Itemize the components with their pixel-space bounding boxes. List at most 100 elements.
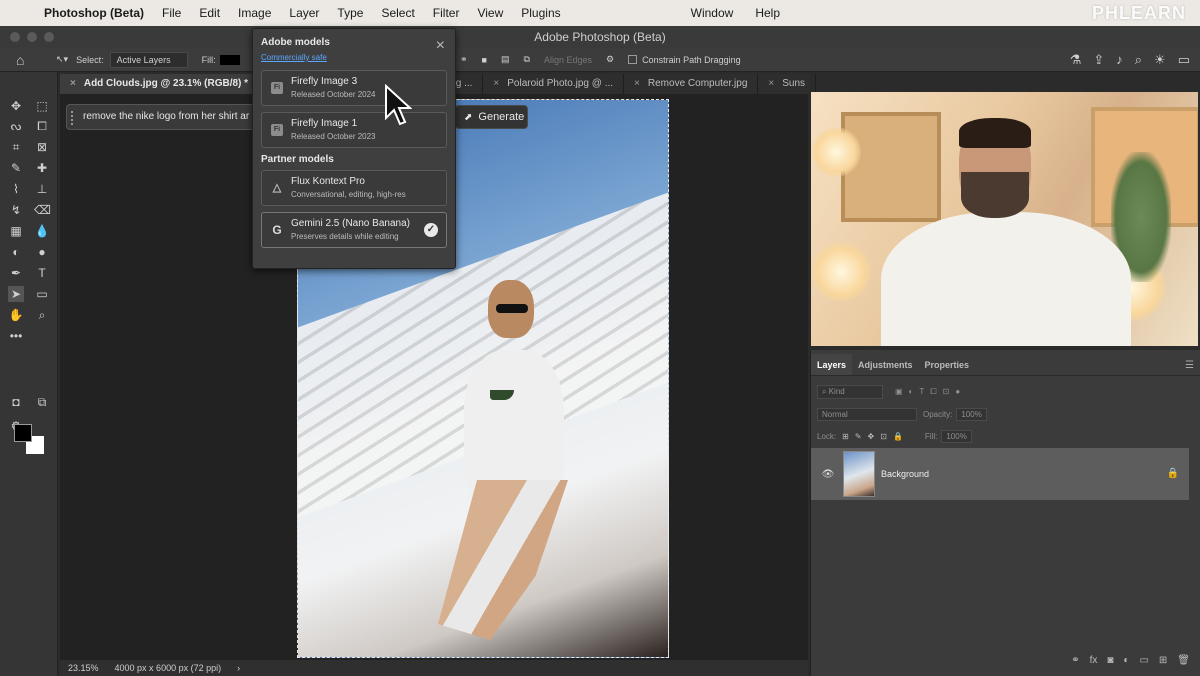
app-menu[interactable]: Photoshop (Beta) (44, 6, 144, 20)
constrain-checkbox[interactable] (628, 54, 638, 64)
menu-layer[interactable]: Layer (289, 6, 319, 20)
model-flux-kontext-pro[interactable]: △ Flux Kontext Pro Conversational, editi… (261, 170, 447, 206)
new-layer-icon[interactable]: ⊞ (1159, 655, 1167, 666)
drag-handle-icon[interactable] (71, 111, 75, 125)
zoom-level[interactable]: 23.15% (68, 663, 99, 673)
arrange-icon[interactable]: ⧉ (524, 54, 530, 65)
fx-icon[interactable]: fx (1090, 655, 1098, 666)
tab-layers[interactable]: Layers (811, 354, 853, 375)
bell-icon[interactable]: ♪ (1116, 52, 1123, 68)
rectangle-icon[interactable]: ▭ (34, 286, 50, 302)
dress-shape (464, 350, 564, 500)
menu-edit[interactable]: Edit (199, 6, 220, 20)
model-gemini-2-5[interactable]: G Gemini 2.5 (Nano Banana) Preserves det… (261, 212, 447, 248)
lightbulb-icon[interactable]: ☀ (1154, 52, 1166, 68)
align-icon[interactable]: ▤ (501, 54, 510, 65)
link-icon[interactable]: ⚭ (460, 54, 468, 65)
move-icon[interactable]: ✥ (8, 98, 24, 114)
eye-icon[interactable]: 👁 (817, 469, 839, 480)
mask-icon[interactable]: ◙ (1107, 655, 1113, 666)
eyedropper-icon[interactable]: ✎ (8, 160, 24, 176)
zoom-icon[interactable]: ⌕ (34, 307, 50, 323)
panel-tabs: Layers Adjustments Properties (811, 354, 1200, 376)
pen-icon[interactable]: ✒ (8, 265, 24, 281)
blur-icon[interactable]: 💧 (34, 223, 50, 239)
menu-help[interactable]: Help (755, 6, 780, 20)
type-icon[interactable]: T (34, 265, 50, 281)
healing-icon[interactable]: ✚ (34, 160, 50, 176)
blend-mode-select[interactable]: Normal (817, 407, 917, 421)
quick-mask-icon[interactable]: ◘ (8, 394, 24, 410)
share-icon[interactable]: ⇪ (1093, 52, 1104, 68)
frame-icon[interactable]: ⊠ (34, 139, 50, 155)
opacity-label: Opacity: (923, 409, 953, 419)
stamp-icon[interactable]: ⊥ (34, 181, 50, 197)
fill-field[interactable]: 100% (941, 429, 972, 443)
tab-suns[interactable]: × Suns (758, 74, 817, 94)
brush-icon[interactable]: ⌇ (8, 181, 24, 197)
tab-add-clouds[interactable]: × Add Clouds.jpg @ 23.1% (RGB/8) * (60, 74, 260, 94)
gradient-icon[interactable]: ▦ (8, 223, 24, 239)
workspace-icon[interactable]: ▭ (1178, 52, 1190, 68)
tab-remove-computer[interactable]: × Remove Computer.jpg (624, 74, 759, 94)
tab-adjustments[interactable]: Adjustments (852, 354, 919, 375)
history-brush-icon[interactable]: ↯ (8, 202, 24, 218)
opacity-field[interactable]: 100% (956, 407, 987, 421)
fill-swatch[interactable] (219, 54, 240, 65)
hand-icon[interactable]: ✋ (8, 307, 24, 323)
status-bar: 23.15% 4000 px x 6000 px (72 ppi) › (60, 660, 808, 676)
link-layers-icon[interactable]: ⚭ (1071, 655, 1079, 666)
model-firefly-image-3[interactable]: Fi Firefly Image 3 Released October 2024 (261, 70, 447, 106)
status-arrow-icon[interactable]: › (237, 663, 240, 673)
lock-icon: 🔒 (1166, 468, 1179, 479)
window-controls[interactable] (10, 32, 54, 42)
commercially-safe-link[interactable]: Commercially safe (261, 53, 447, 62)
trash-icon[interactable]: 🗑 (1177, 655, 1190, 666)
align-edges-label[interactable]: Align Edges (544, 55, 592, 65)
tab-properties[interactable]: Properties (919, 354, 976, 375)
layer-name[interactable]: Background (881, 469, 929, 479)
generate-button[interactable]: ⬈ Generate (455, 105, 528, 129)
model-firefly-image-1[interactable]: Fi Firefly Image 1 Released October 2023 (261, 112, 447, 148)
flask-icon[interactable]: ⚗ (1070, 52, 1082, 68)
eraser-icon[interactable]: ⌫ (34, 202, 51, 218)
object-select-icon[interactable]: ⧠ (34, 118, 50, 134)
menu-file[interactable]: File (162, 6, 181, 20)
window-titlebar: Adobe Photoshop (Beta) (0, 26, 1200, 48)
flux-icon: △ (272, 182, 282, 194)
dodge-icon[interactable]: ◐ (8, 244, 24, 260)
menu-view[interactable]: View (477, 6, 503, 20)
menu-image[interactable]: Image (238, 6, 271, 20)
menu-type[interactable]: Type (337, 6, 363, 20)
more-tools-icon[interactable]: ••• (8, 328, 24, 344)
panel-menu-icon[interactable]: ☰ (1185, 360, 1194, 371)
generative-prompt-input[interactable]: remove the nike logo from her shirt ar (66, 104, 256, 130)
square-icon[interactable]: ■ (482, 55, 487, 65)
constrain-option[interactable]: Constrain Path Dragging (628, 54, 741, 65)
search-icon[interactable]: ⌕ (1135, 52, 1142, 68)
burn-icon[interactable]: ● (34, 244, 50, 260)
screen-mode-icon[interactable]: ⧉ (34, 394, 50, 410)
menu-filter[interactable]: Filter (433, 6, 460, 20)
kind-filter[interactable]: ⌕ Kind (817, 385, 883, 399)
close-icon[interactable]: × (436, 38, 445, 54)
folder-icon[interactable]: ▭ (1139, 655, 1148, 666)
foreground-color[interactable] (14, 424, 32, 442)
marquee-icon[interactable]: ⬚ (34, 98, 50, 114)
crop-icon[interactable]: ⌗ (8, 139, 24, 155)
move-tool-icon[interactable]: ↖▾ (56, 54, 68, 65)
adjustment-icon[interactable]: ◐ (1123, 655, 1129, 666)
menu-select[interactable]: Select (381, 6, 414, 20)
lasso-icon[interactable]: ᔓ (8, 118, 24, 134)
gear-icon[interactable]: ⚙ (606, 54, 614, 65)
filter-icons[interactable]: ▣◐T⧠⊡● (895, 387, 966, 397)
menu-window[interactable]: Window (691, 6, 734, 20)
home-icon[interactable]: ⌂ (16, 52, 34, 68)
select-dropdown[interactable]: Active Layers (109, 51, 188, 68)
layer-row[interactable]: 👁 Background 🔒 (811, 448, 1189, 500)
menu-plugins[interactable]: Plugins (521, 6, 560, 20)
lock-icons[interactable]: ⊞✎✥⊡🔒 (842, 432, 909, 441)
path-select-icon[interactable]: ➤ (8, 286, 24, 302)
tab-polaroid[interactable]: × Polaroid Photo.jpg @ ... (483, 74, 625, 94)
layer-filter-row: ⌕ Kind ▣◐T⧠⊡● (817, 384, 1197, 400)
